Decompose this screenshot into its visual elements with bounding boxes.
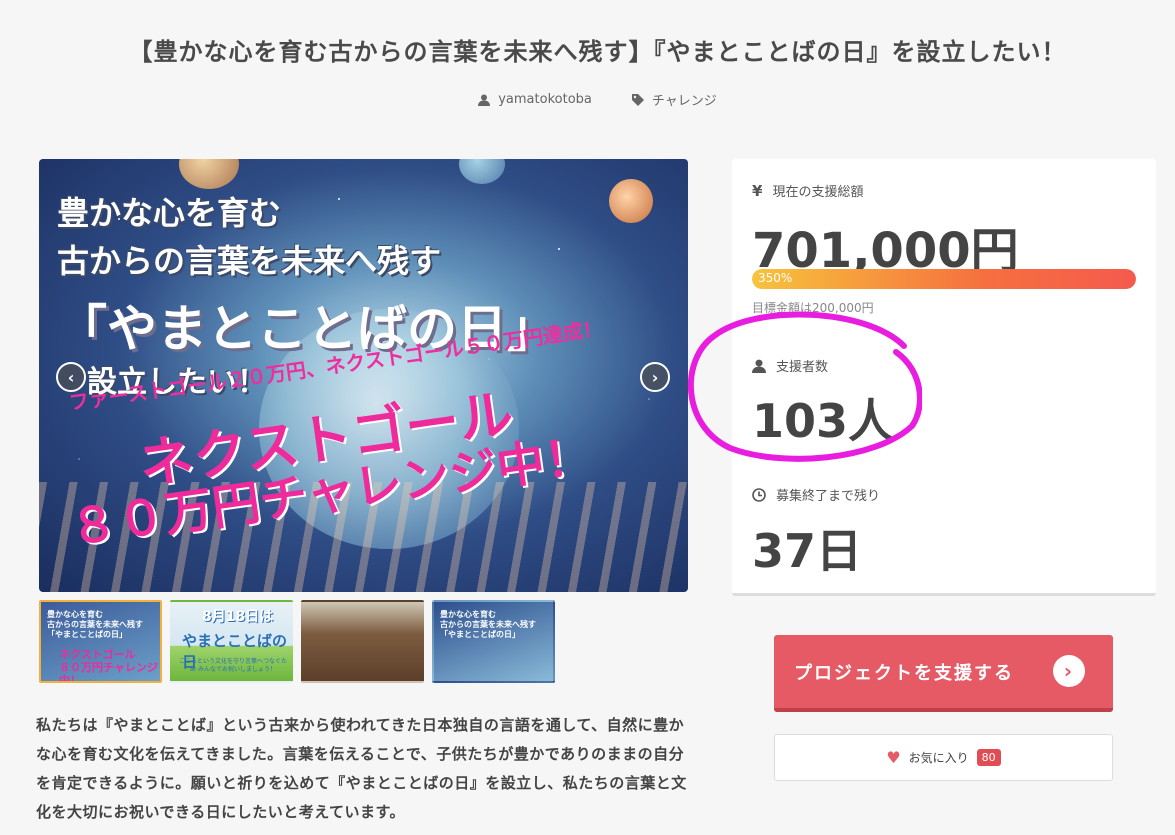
thumb-line: ８０万円チャレンジ中！ xyxy=(59,661,158,683)
arrow-right-icon: › xyxy=(1053,655,1085,687)
project-description: 私たちは『やまとことば』という古来から使われてきた日本独自の言語を通して、自然に… xyxy=(36,716,687,821)
chevron-left-icon: ‹ xyxy=(67,367,75,387)
thumbnail-1[interactable]: 豊かな心を育む 古からの言葉を未来へ残す 「やまとことばの日」 ネクストゴール … xyxy=(39,600,162,683)
prev-slide-button[interactable]: ‹ xyxy=(56,362,86,392)
hero-heading: 豊かな心を育む 古からの言葉を未来へ残す xyxy=(57,189,441,285)
thumb-line: 古からの言葉を未来へ残す xyxy=(47,620,143,629)
thumbnail-3[interactable] xyxy=(301,600,424,683)
thumb-text: 豊かな心を育む 古からの言葉を未来へ残す 「やまとことばの日」 xyxy=(47,610,143,640)
thumb-line: 豊かな心を育む xyxy=(440,610,496,619)
hero-image: 豊かな心を育む 古からの言葉を未来へ残す 「やまとことばの日」 設立したい！ フ… xyxy=(39,159,688,592)
user-icon xyxy=(478,94,491,106)
planet-graphic xyxy=(609,179,653,223)
supporters-value: 103人 xyxy=(752,394,895,448)
category-name: チャレンジ xyxy=(651,94,717,109)
stats-card: ¥ 現在の支援総額 701,000円 350% 目標金額は200,000円 支援… xyxy=(732,159,1156,596)
thumb-line: 豊かな心を育む xyxy=(47,610,103,619)
progress-text: 350% xyxy=(758,271,793,285)
supporters-label: 支援者数 xyxy=(752,356,828,375)
heart-icon: ♥ xyxy=(886,748,901,767)
remaining-label-text: 募集終了まで残り xyxy=(776,489,881,504)
hero-line-1: 豊かな心を育む xyxy=(57,194,282,232)
support-project-button[interactable]: プロジェクトを支援する › xyxy=(774,635,1113,712)
amount-label-text: 現在の支援総額 xyxy=(772,185,864,200)
support-button-label: プロジェクトを支援する xyxy=(794,662,1014,684)
yen-icon: ¥ xyxy=(752,181,763,200)
supporters-label-text: 支援者数 xyxy=(776,360,829,375)
author-link[interactable]: yamatokotoba xyxy=(478,90,592,109)
project-meta: yamatokotoba チャレンジ xyxy=(0,90,1175,109)
thumb-line: ネクストゴール xyxy=(59,648,136,661)
goal-text: 目標金額は200,000円 xyxy=(752,301,874,315)
remaining-label: 募集終了まで残り xyxy=(752,485,880,504)
thumb-line: 古からの言葉を未来へ残す xyxy=(440,620,536,629)
progress-fill xyxy=(752,269,1136,289)
thumbnail-4[interactable]: 豊かな心を育む 古からの言葉を未来へ残す 「やまとことばの日」 xyxy=(432,600,555,683)
clock-icon xyxy=(752,487,766,502)
thumb-line: 8月18日は xyxy=(202,609,274,625)
amount-label: ¥ 現在の支援総額 xyxy=(752,181,864,201)
thumb-line: 「やまとことばの日」 xyxy=(47,630,127,639)
author-name: yamatokotoba xyxy=(498,92,592,107)
thumb-pink-text: ネクストゴール ８０万円チャレンジ中！ xyxy=(59,648,160,683)
thumb-line: こころという文化を守り言葉へつなぐため みんなでお祝いしましょう！ xyxy=(178,658,287,673)
user-icon xyxy=(752,359,766,373)
tag-icon xyxy=(631,93,644,106)
thumbnail-2[interactable]: 8月18日は やまとことばの日 こころという文化を守り言葉へつなぐため みんなで… xyxy=(170,600,293,683)
chevron-right-icon: › xyxy=(651,367,659,387)
thumb-line: 「やまとことばの日」 xyxy=(440,630,520,639)
favorite-label: お気に入り xyxy=(908,751,969,765)
hero-line-2: 古からの言葉を未来へ残す xyxy=(57,242,442,280)
favorite-button[interactable]: ♥ お気に入り 80 xyxy=(774,734,1113,781)
progress-bar: 350% xyxy=(752,269,1136,289)
favorite-count-badge: 80 xyxy=(976,749,1001,766)
remaining-value: 37日 xyxy=(752,524,863,578)
thumb-text: 豊かな心を育む 古からの言葉を未来へ残す 「やまとことばの日」 xyxy=(440,610,536,640)
category-link[interactable]: チャレンジ xyxy=(631,90,717,109)
page-title: 【豊かな心を育む古からの言葉を未来へ残す】『やまとことばの日』を設立したい！ xyxy=(128,38,1067,66)
thumbnail-strip: 豊かな心を育む 古からの言葉を未来へ残す 「やまとことばの日」 ネクストゴール … xyxy=(39,600,555,683)
next-slide-button[interactable]: › xyxy=(640,362,670,392)
